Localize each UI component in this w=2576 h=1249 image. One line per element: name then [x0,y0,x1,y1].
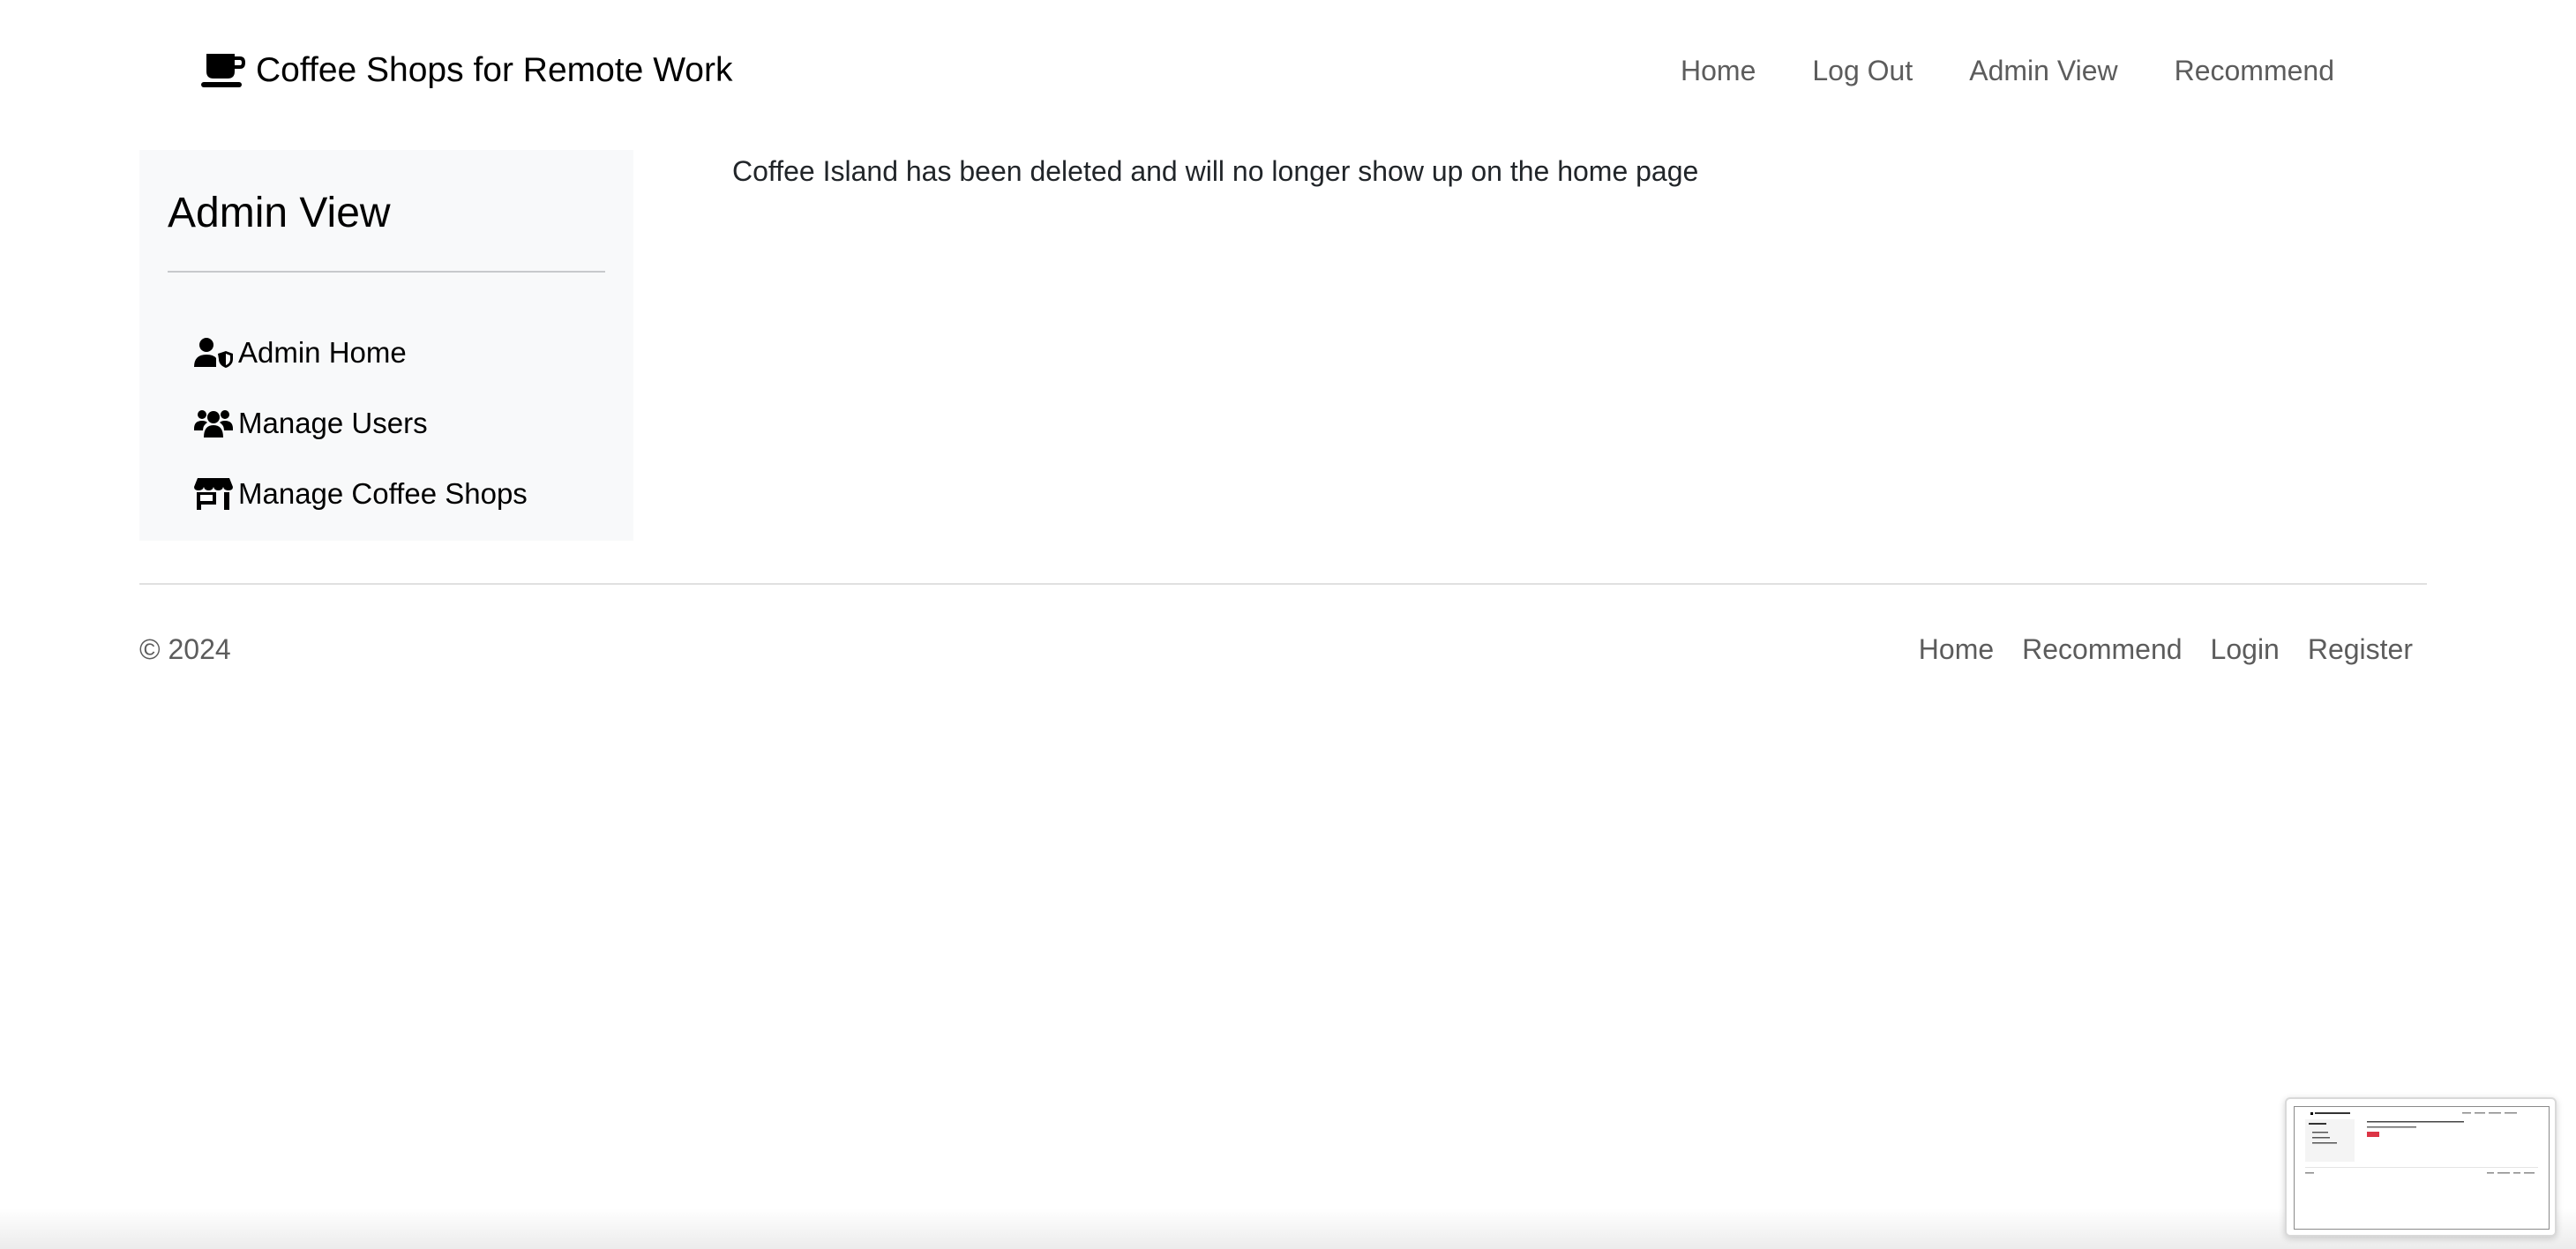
deletion-message: Coffee Island has been deleted and will … [732,155,1699,187]
footer-link-recommend[interactable]: Recommend [2022,633,2182,666]
sidebar-title: Admin View [168,190,391,236]
sidebar-item-label: Manage Coffee Shops [238,477,528,510]
sidebar-item-manage-users[interactable]: Manage Users [194,388,528,459]
footer-link-register[interactable]: Register [2308,633,2413,666]
footer-nav: Home Recommend Login Register [1891,633,2413,666]
nav-admin-view[interactable]: Admin View [1969,55,2117,87]
brand-link[interactable]: Coffee Shops for Remote Work [201,51,732,90]
users-icon [194,408,233,439]
sidebar-item-manage-coffee-shops[interactable]: Manage Coffee Shops [194,459,528,529]
admin-sidebar: Admin View Admin Home Manage Users Manag… [139,150,633,541]
site-header: Coffee Shops for Remote Work Home Log Ou… [0,0,2576,150]
sidebar-menu: Admin Home Manage Users Manage Coffee Sh… [194,318,528,529]
brand-title: Coffee Shops for Remote Work [256,51,733,89]
bottom-edge-shadow [0,1208,2576,1249]
nav-log-out[interactable]: Log Out [1812,55,1913,87]
sidebar-item-label: Manage Users [238,407,428,439]
thumbnail-page-preview [2294,1106,2550,1230]
user-shield-icon [194,337,233,369]
sidebar-item-admin-home[interactable]: Admin Home [194,318,528,388]
shop-icon [194,478,233,510]
sidebar-divider [168,271,605,273]
footer-link-home[interactable]: Home [1919,633,1994,666]
page: Coffee Shops for Remote Work Home Log Ou… [0,0,2576,1249]
nav-recommend[interactable]: Recommend [2175,55,2334,87]
coffee-cup-icon [201,52,247,89]
footer-divider [139,583,2427,585]
screenshot-thumbnail[interactable] [2285,1097,2557,1237]
copyright-text: © 2024 [139,633,231,665]
top-nav: Home Log Out Admin View Recommend [1624,55,2334,87]
sidebar-item-label: Admin Home [238,336,407,369]
thumbnail-miniature-icon [2305,1112,2538,1174]
nav-home[interactable]: Home [1681,55,1756,87]
footer-link-login[interactable]: Login [2211,633,2280,666]
